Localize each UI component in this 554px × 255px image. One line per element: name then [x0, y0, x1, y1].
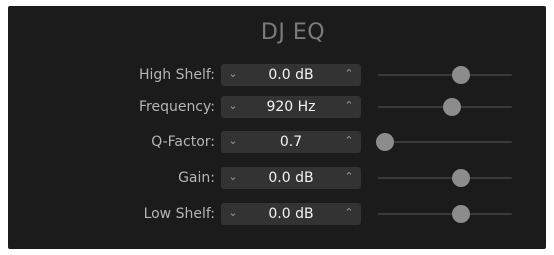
stepper-value[interactable]: 0.7: [245, 131, 337, 153]
chevron-up-icon[interactable]: ⌃: [339, 96, 359, 118]
slider-knob[interactable]: [452, 66, 471, 84]
chevron-down-icon[interactable]: ⌄: [223, 96, 243, 118]
q-factor-stepper[interactable]: ⌄ 0.7 ⌃: [221, 131, 361, 153]
high-shelf-slider[interactable]: [378, 64, 512, 86]
chevron-down-icon[interactable]: ⌄: [223, 131, 243, 153]
stepper-value[interactable]: 0.0 dB: [245, 203, 337, 225]
high-shelf-stepper[interactable]: ⌄ 0.0 dB ⌃: [221, 64, 361, 86]
chevron-down-icon[interactable]: ⌄: [223, 167, 243, 189]
slider-track: [378, 74, 512, 76]
stepper-value[interactable]: 0.0 dB: [245, 64, 337, 86]
slider-track: [378, 141, 512, 143]
slider-track: [378, 213, 512, 215]
frequency-slider[interactable]: [378, 96, 512, 118]
row-label: Gain:: [178, 170, 215, 186]
row-label: High Shelf:: [138, 67, 215, 83]
gain-slider[interactable]: [378, 167, 512, 189]
eq-panel: DJ EQ High Shelf: ⌄ 0.0 dB ⌃ Frequency: …: [8, 6, 546, 249]
chevron-up-icon[interactable]: ⌃: [339, 167, 359, 189]
row-label: Frequency:: [138, 99, 215, 115]
q-factor-slider[interactable]: [375, 131, 512, 153]
slider-knob[interactable]: [452, 169, 471, 187]
low-shelf-slider[interactable]: [378, 203, 512, 225]
chevron-down-icon[interactable]: ⌄: [223, 64, 243, 86]
row-label: Low Shelf:: [143, 206, 215, 222]
stepper-value[interactable]: 920 Hz: [245, 96, 337, 118]
chevron-down-icon[interactable]: ⌄: [223, 203, 243, 225]
slider-track: [378, 177, 512, 179]
stepper-value[interactable]: 0.0 dB: [245, 167, 337, 189]
eq-row-frequency: Frequency: ⌄ 920 Hz ⌃: [8, 96, 546, 118]
slider-knob[interactable]: [452, 205, 471, 223]
frequency-stepper[interactable]: ⌄ 920 Hz ⌃: [221, 96, 361, 118]
eq-row-low-shelf: Low Shelf: ⌄ 0.0 dB ⌃: [8, 203, 546, 225]
eq-row-gain: Gain: ⌄ 0.0 dB ⌃: [8, 167, 546, 189]
chevron-up-icon[interactable]: ⌃: [339, 131, 359, 153]
gain-stepper[interactable]: ⌄ 0.0 dB ⌃: [221, 167, 361, 189]
chevron-up-icon[interactable]: ⌃: [339, 203, 359, 225]
slider-knob[interactable]: [442, 98, 461, 116]
eq-row-high-shelf: High Shelf: ⌄ 0.0 dB ⌃: [8, 64, 546, 86]
slider-knob[interactable]: [375, 133, 394, 151]
chevron-up-icon[interactable]: ⌃: [339, 64, 359, 86]
row-label: Q-Factor:: [151, 134, 215, 150]
low-shelf-stepper[interactable]: ⌄ 0.0 dB ⌃: [221, 203, 361, 225]
panel-title: DJ EQ: [260, 20, 326, 45]
eq-row-q-factor: Q-Factor: ⌄ 0.7 ⌃: [8, 131, 546, 153]
